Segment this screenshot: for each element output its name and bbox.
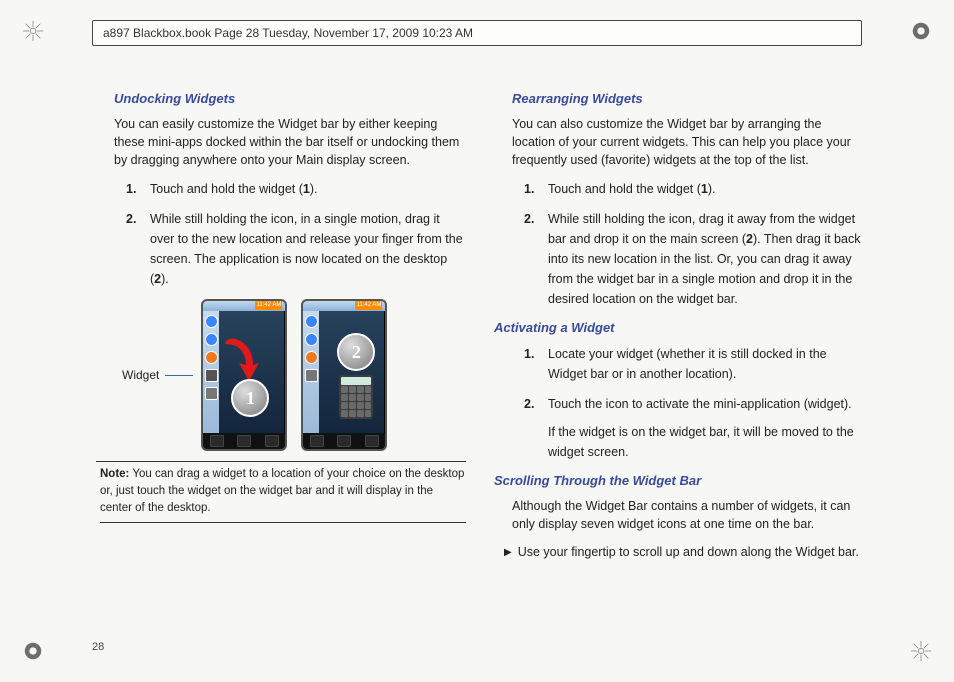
crop-mark-icon: [910, 20, 932, 42]
widget-bar-illustration: [203, 311, 219, 433]
section-heading-scrolling: Scrolling Through the Widget Bar: [494, 472, 864, 491]
step-item: 1. Locate your widget (whether it is sti…: [524, 344, 864, 384]
paragraph: Although the Widget Bar contains a numbe…: [512, 497, 864, 533]
callout-number: 2: [337, 333, 375, 371]
widget-bar-illustration: [303, 311, 319, 433]
step-item: 2. Touch the icon to activate the mini-a…: [524, 394, 864, 462]
step-number: 1.: [524, 179, 534, 199]
phone-illustration: 11:42 AM 1: [201, 299, 287, 451]
widget-icon: [305, 369, 318, 382]
bullet-text: Use your fingertip to scroll up and down…: [518, 543, 859, 561]
phone-status-bar: 11:42 AM: [303, 301, 385, 311]
triangle-bullet-icon: ▶: [504, 546, 512, 561]
figure-label: Widget: [122, 367, 159, 384]
note-text: You can drag a widget to a location of y…: [100, 468, 464, 513]
widget-icon: [305, 333, 318, 346]
widget-icon: [205, 369, 218, 382]
paragraph: You can also customize the Widget bar by…: [512, 115, 864, 169]
page-number: 28: [92, 640, 104, 656]
crop-mark-icon: [910, 640, 932, 662]
step-text: Touch and hold the widget (: [548, 182, 701, 196]
figure-phones: 11:42 AM 1 11:42 AM: [201, 299, 387, 451]
step-item: 2. While still holding the icon, drag it…: [524, 209, 864, 309]
left-column: Undocking Widgets You can easily customi…: [96, 88, 466, 628]
paragraph: You can easily customize the Widget bar …: [114, 115, 466, 169]
phone-dock: [203, 433, 285, 449]
widget-icon: [205, 333, 218, 346]
phone-illustration: 11:42 AM 2: [301, 299, 387, 451]
steps-list: 1. Touch and hold the widget (1). 2. Whi…: [524, 179, 864, 309]
figure: Widget 11:42 AM 1 11: [122, 299, 466, 451]
step-text: ).: [708, 182, 716, 196]
rule: [96, 461, 466, 462]
step-number: 1.: [524, 344, 534, 364]
status-time: 11:42 AM: [255, 301, 282, 310]
widget-icon: [305, 315, 318, 328]
step-text: Locate your widget (whether it is still …: [548, 347, 827, 381]
status-time: 11:42 AM: [355, 301, 382, 310]
step-ref: 1: [701, 182, 708, 196]
step-text: ).: [161, 272, 169, 286]
step-number: 2.: [524, 209, 534, 229]
figure-leader-line: [165, 375, 193, 376]
crop-mark-icon: [22, 20, 44, 42]
step-number: 2.: [126, 209, 136, 229]
step-text: While still holding the icon, in a singl…: [150, 212, 463, 286]
phone-dock: [303, 433, 385, 449]
bullet-item: ▶ Use your fingertip to scroll up and do…: [504, 543, 864, 561]
section-heading-undocking: Undocking Widgets: [114, 90, 466, 109]
step-item: 1. Touch and hold the widget (1).: [126, 179, 466, 199]
section-heading-activating: Activating a Widget: [494, 319, 864, 338]
document-header-text: a897 Blackbox.book Page 28 Tuesday, Nove…: [103, 26, 473, 40]
step-ref: 1: [303, 182, 310, 196]
step-text: ).: [310, 182, 318, 196]
phone-status-bar: 11:42 AM: [203, 301, 285, 311]
crop-mark-icon: [22, 640, 44, 662]
page-content: Undocking Widgets You can easily customi…: [96, 88, 864, 628]
step-number: 2.: [524, 394, 534, 414]
note: Note: You can drag a widget to a locatio…: [100, 466, 466, 523]
step-tail-text: If the widget is on the widget bar, it w…: [548, 425, 854, 459]
section-heading-rearranging: Rearranging Widgets: [512, 90, 864, 109]
step-number: 1.: [126, 179, 136, 199]
document-header: a897 Blackbox.book Page 28 Tuesday, Nove…: [92, 20, 862, 46]
right-column: Rearranging Widgets You can also customi…: [494, 88, 864, 628]
step-text: Touch the icon to activate the mini-appl…: [548, 397, 852, 411]
widget-icon: [305, 351, 318, 364]
callout-number: 1: [231, 379, 269, 417]
step-item: 1. Touch and hold the widget (1).: [524, 179, 864, 199]
widget-icon: [205, 315, 218, 328]
widget-icon: [205, 387, 218, 400]
step-text: Touch and hold the widget (: [150, 182, 303, 196]
drag-arrow-icon: [219, 335, 263, 385]
widget-icon: [205, 351, 218, 364]
step-item: 2. While still holding the icon, in a si…: [126, 209, 466, 289]
steps-list: 1. Locate your widget (whether it is sti…: [524, 344, 864, 462]
note-label: Note:: [100, 468, 129, 480]
calculator-widget-icon: [339, 375, 373, 419]
steps-list: 1. Touch and hold the widget (1). 2. Whi…: [126, 179, 466, 289]
step-ref: 2: [746, 232, 753, 246]
